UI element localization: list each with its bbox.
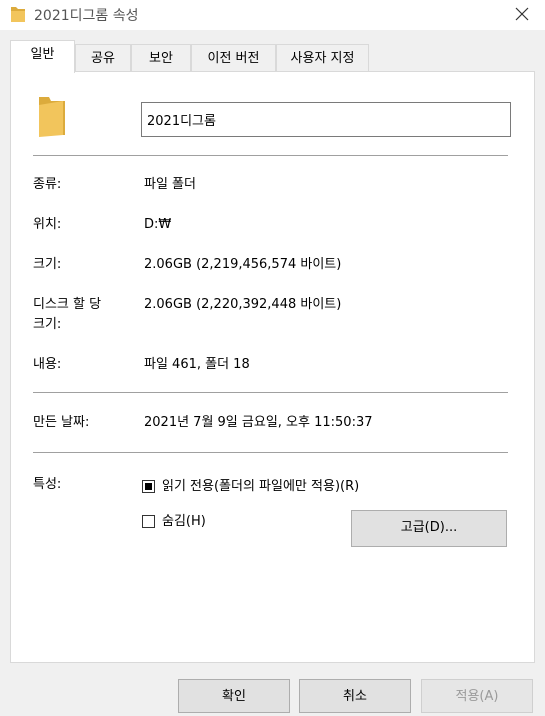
created-value: 2021년 7월 9일 금요일, 오후 11:50:37 [144,415,373,430]
size-value: 2.06GB (2,219,456,574 바이트) [144,257,342,272]
location-label: 위치: [33,217,62,232]
title-bar: 2021디그롬 속성 [0,0,545,30]
contains-label: 내용: [33,357,62,372]
hidden-label[interactable]: 숨김(H) [162,512,206,532]
location-value: D:₩ [144,217,172,232]
size-on-disk-label: 디스크 할 당 크기: [33,297,102,332]
divider [33,155,508,156]
contains-value: 파일 461, 폴더 18 [144,357,250,372]
ok-button[interactable]: 확인 [178,679,290,713]
tab-security[interactable]: 보안 [131,44,191,72]
advanced-button[interactable]: 고급(D)... [351,510,507,547]
folder-icon [11,7,25,22]
readonly-label[interactable]: 읽기 전용(폴더의 파일에만 적용)(R) [162,477,359,497]
size-label: 크기: [33,257,62,272]
folder-name-input[interactable] [141,102,511,137]
type-value: 파일 폴더 [144,177,196,192]
indeterminate-mark [145,483,152,490]
close-button[interactable] [500,0,545,28]
created-label: 만든 날짜: [33,415,90,430]
folder-icon [39,97,65,137]
divider [33,452,508,453]
hidden-checkbox[interactable] [142,515,155,528]
general-panel: 종류: 파일 폴더 위치: D:₩ 크기: 2.06GB (2,219,456,… [10,71,535,663]
tab-sharing[interactable]: 공유 [75,44,131,72]
close-icon [515,7,529,21]
divider [33,392,508,393]
apply-button[interactable]: 적용(A) [421,679,533,713]
tab-general[interactable]: 일반 [10,40,75,73]
tab-customize[interactable]: 사용자 지정 [276,44,369,72]
size-on-disk-value: 2.06GB (2,220,392,448 바이트) [144,297,342,312]
type-label: 종류: [33,177,62,192]
attributes-label: 특성: [33,477,62,492]
cancel-button[interactable]: 취소 [299,679,411,713]
readonly-checkbox[interactable] [142,480,155,493]
tab-previous-versions[interactable]: 이전 버전 [191,44,276,72]
window-title: 2021디그롬 속성 [34,8,139,24]
